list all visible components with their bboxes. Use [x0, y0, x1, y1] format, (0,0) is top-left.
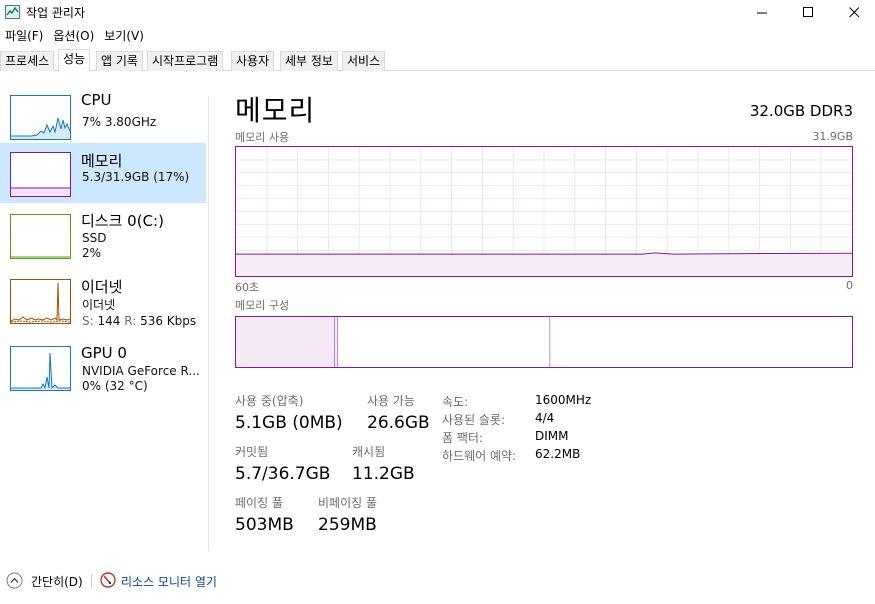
memory-usage-chart	[236, 147, 853, 276]
tab-app-history[interactable]: 앱 기록	[96, 51, 143, 71]
recv-value: 536 Kbps	[140, 314, 197, 328]
tab-services[interactable]: 서비스	[342, 51, 386, 71]
disk-thumbnail	[10, 214, 71, 259]
footer-separator	[91, 574, 92, 588]
hardware-reserved-key: 하드웨어 예약:	[442, 449, 517, 463]
available-value: 26.6GB	[367, 413, 430, 433]
task-manager-icon	[5, 5, 20, 19]
memory-title: 메모리	[81, 152, 123, 170]
gpu-usage: 0% (32 °C)	[82, 379, 148, 393]
sidebar-item-gpu[interactable]: GPU 0 NVIDIA GeForce R... 0% (32 °C)	[0, 339, 206, 399]
ethernet-title: 이더넷	[81, 278, 123, 296]
task-manager-window: 작업 관리자 파일(F) 옵션(O) 보기(V) 프로세스 성능 앱 기록 시작…	[0, 0, 875, 604]
gpu-model: NVIDIA GeForce R...	[82, 364, 200, 378]
tab-processes[interactable]: 프로세스	[0, 51, 55, 71]
send-label: S:	[82, 314, 94, 328]
close-icon	[848, 6, 859, 17]
committed-label: 커밋됨	[235, 445, 269, 459]
menu-file[interactable]: 파일(F)	[0, 26, 48, 46]
tab-users[interactable]: 사용자	[231, 51, 275, 71]
gpu-title: GPU 0	[81, 344, 127, 362]
minimize-icon	[756, 12, 767, 13]
memory-composition-chart	[236, 317, 852, 367]
fewer-details-button[interactable]: 간단히(D)	[31, 573, 83, 590]
send-value: 144	[97, 314, 121, 328]
hardware-reserved-value: 62.2MB	[535, 447, 581, 461]
committed-value: 5.7/36.7GB	[235, 464, 331, 484]
resource-monitor-icon	[100, 572, 116, 588]
disk-title: 디스크 0(C:)	[81, 212, 164, 230]
sidebar-item-memory[interactable]: 메모리 5.3/31.9GB (17%)	[0, 143, 206, 203]
cpu-title: CPU	[81, 91, 112, 109]
menu-bar: 파일(F) 옵션(O) 보기(V)	[0, 26, 149, 46]
maximize-icon	[802, 6, 813, 17]
sidebar-divider	[208, 96, 209, 551]
cpu-thumbnail	[10, 95, 71, 140]
recv-label: R:	[124, 314, 137, 328]
memory-usage-max: 31.9GB	[812, 130, 853, 143]
memory-usage-label: 메모리 사용	[235, 131, 290, 144]
maximize-button[interactable]	[785, 0, 831, 24]
gpu-thumbnail	[10, 346, 71, 391]
cpu-usage: 7% 3.80GHz	[82, 115, 157, 129]
tab-startup[interactable]: 시작프로그램	[147, 51, 224, 71]
footer: 간단히(D) 리소스 모니터 열기	[0, 568, 875, 592]
available-label: 사용 가능	[367, 394, 415, 408]
page-title: 메모리	[235, 94, 316, 127]
composition-in-use[interactable]	[236, 317, 335, 367]
slots-value: 4/4	[535, 411, 555, 425]
cached-label: 캐시됨	[352, 445, 386, 459]
memory-composition-label: 메모리 구성	[235, 299, 290, 312]
minimize-button[interactable]	[739, 0, 785, 24]
form-factor-value: DIMM	[535, 429, 569, 443]
memory-usage: 5.3/31.9GB (17%)	[82, 170, 190, 184]
menu-view[interactable]: 보기(V)	[99, 26, 149, 46]
memory-thumbnail	[10, 152, 71, 197]
nonpaged-pool-label: 비페이징 풀	[318, 496, 378, 510]
paged-pool-value: 503MB	[235, 515, 294, 535]
memory-composition-bar	[235, 316, 853, 368]
window-title: 작업 관리자	[26, 6, 86, 20]
sidebar-item-disk[interactable]: 디스크 0(C:) SSD 2%	[0, 206, 206, 266]
in-use-label: 사용 중(압축)	[235, 394, 304, 408]
speed-value: 1600MHz	[535, 393, 592, 407]
memory-usage-graph	[235, 146, 853, 277]
speed-key: 속도:	[442, 395, 469, 409]
nonpaged-pool-value: 259MB	[318, 515, 377, 535]
time-axis-start: 60초	[235, 281, 260, 294]
disk-type: SSD	[82, 231, 107, 245]
in-use-value: 5.1GB (0MB)	[235, 413, 343, 433]
title-bar[interactable]: 작업 관리자	[0, 0, 875, 24]
close-button[interactable]	[831, 0, 875, 24]
tab-bar: 프로세스 성능 앱 기록 시작프로그램 사용자 세부 정보 서비스	[0, 49, 875, 72]
menu-options[interactable]: 옵션(O)	[48, 26, 99, 46]
sidebar-item-cpu[interactable]: CPU 7% 3.80GHz	[0, 89, 206, 149]
ethernet-thumbnail	[10, 279, 71, 324]
slots-key: 사용된 슬롯:	[442, 413, 506, 427]
sidebar-item-ethernet[interactable]: 이더넷 이더넷 S: 144 R: 536 Kbps	[0, 274, 206, 334]
cached-value: 11.2GB	[352, 464, 415, 484]
paged-pool-label: 페이징 풀	[235, 496, 283, 510]
time-axis-end: 0	[846, 279, 853, 292]
form-factor-key: 폼 팩터:	[442, 431, 483, 445]
tab-details[interactable]: 세부 정보	[280, 51, 338, 71]
disk-usage: 2%	[82, 246, 102, 260]
composition-standby[interactable]	[337, 317, 551, 367]
ethernet-adapter: 이더넷	[82, 298, 116, 312]
composition-free[interactable]	[550, 317, 852, 367]
chevron-up-icon[interactable]	[6, 572, 23, 589]
tab-performance[interactable]: 성능	[58, 49, 91, 72]
open-resource-monitor-link[interactable]: 리소스 모니터 열기	[121, 573, 217, 590]
ethernet-throughput: S: 144 R: 536 Kbps	[82, 314, 196, 328]
memory-usage-area	[236, 252, 852, 276]
memory-spec: 32.0GB DDR3	[749, 102, 853, 120]
